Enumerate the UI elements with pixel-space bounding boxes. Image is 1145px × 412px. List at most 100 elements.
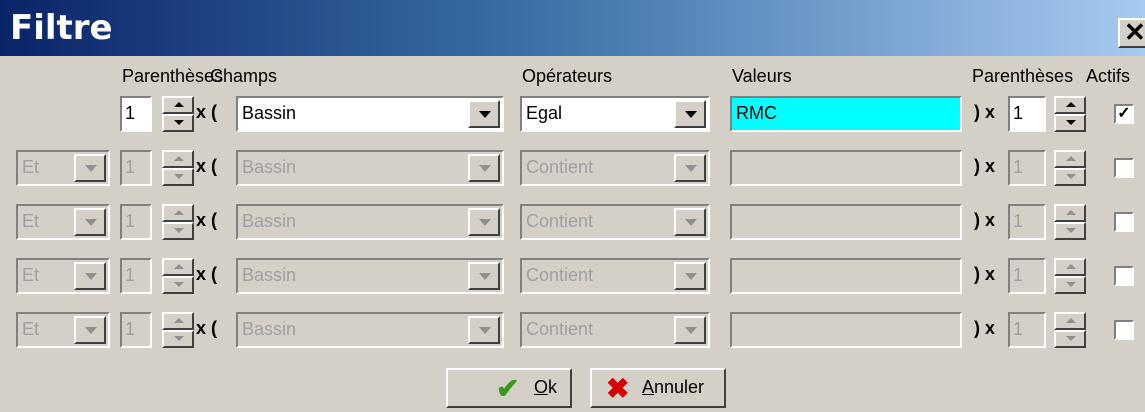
chevron-down-icon	[85, 327, 97, 334]
operator-select[interactable]: Contient	[520, 150, 710, 186]
chevron-down-icon	[685, 273, 697, 280]
field-dropdown-button[interactable]	[468, 154, 500, 182]
field-select[interactable]: Bassin	[236, 96, 504, 132]
close-paren-spinner[interactable]	[1054, 312, 1086, 348]
open-paren-count-input[interactable]: 1	[120, 150, 152, 186]
cancel-button[interactable]: ✖ Annuler	[590, 368, 726, 408]
value-input[interactable]	[730, 150, 962, 186]
field-select[interactable]: Bassin	[236, 312, 504, 348]
open-paren-count-input[interactable]: 1	[120, 96, 152, 132]
value-input[interactable]	[730, 312, 962, 348]
arrow-down-icon	[174, 336, 184, 341]
ok-button[interactable]: ✔ Ok	[446, 368, 572, 408]
open-paren-label: x (	[196, 102, 218, 122]
field-select[interactable]: Bassin	[236, 204, 504, 240]
spin-down-button[interactable]	[1054, 276, 1086, 294]
close-paren-spinner[interactable]	[1054, 258, 1086, 294]
chevron-down-icon	[685, 327, 697, 334]
close-paren-spinner[interactable]	[1054, 96, 1086, 132]
spin-down-button[interactable]	[1054, 222, 1086, 240]
chevron-down-icon	[85, 219, 97, 226]
open-paren-label: x (	[196, 156, 218, 176]
spin-up-button[interactable]	[1054, 96, 1086, 114]
operator-dropdown-button[interactable]	[674, 100, 706, 128]
operator-select[interactable]: Egal	[520, 96, 710, 132]
open-paren-spinner[interactable]	[162, 204, 194, 240]
value-input[interactable]: RMC	[730, 96, 962, 132]
close-paren-count-input[interactable]: 1	[1008, 150, 1046, 186]
spin-up-button[interactable]	[1054, 150, 1086, 168]
operator-select[interactable]: Contient	[520, 312, 710, 348]
field-dropdown-button[interactable]	[468, 316, 500, 344]
close-paren-label: ) x	[974, 210, 996, 230]
close-paren-spinner[interactable]	[1054, 150, 1086, 186]
arrow-up-icon	[174, 102, 184, 107]
open-paren-spinner[interactable]	[162, 150, 194, 186]
arrow-down-icon	[1066, 120, 1076, 125]
close-paren-spinner[interactable]	[1054, 204, 1086, 240]
operator-dropdown-button[interactable]	[674, 262, 706, 290]
open-paren-spinner[interactable]	[162, 96, 194, 132]
active-checkbox[interactable]	[1114, 158, 1134, 178]
spin-up-button[interactable]	[162, 258, 194, 276]
spin-down-button[interactable]	[162, 276, 194, 294]
spin-down-button[interactable]	[1054, 114, 1086, 132]
spin-down-button[interactable]	[162, 222, 194, 240]
active-checkbox[interactable]	[1114, 212, 1134, 232]
value-input[interactable]	[730, 204, 962, 240]
open-paren-count-input[interactable]: 1	[120, 312, 152, 348]
close-button[interactable]: ✕	[1118, 18, 1145, 48]
spin-up-button[interactable]	[1054, 204, 1086, 222]
logic-select[interactable]: Et	[16, 312, 110, 348]
spin-up-button[interactable]	[162, 96, 194, 114]
spin-up-button[interactable]	[162, 150, 194, 168]
operator-dropdown-button[interactable]	[674, 316, 706, 344]
field-dropdown-button[interactable]	[468, 262, 500, 290]
spin-down-button[interactable]	[1054, 168, 1086, 186]
logic-dropdown-button[interactable]	[74, 154, 106, 182]
spin-down-button[interactable]	[162, 330, 194, 348]
window-title: Filtre	[10, 8, 113, 48]
field-dropdown-button[interactable]	[468, 208, 500, 236]
active-checkbox[interactable]: ✓	[1114, 104, 1134, 124]
spin-up-button[interactable]	[1054, 312, 1086, 330]
checkmark-icon: ✓	[1117, 105, 1131, 122]
logic-dropdown-button[interactable]	[74, 208, 106, 236]
spin-down-button[interactable]	[162, 114, 194, 132]
field-select[interactable]: Bassin	[236, 258, 504, 294]
chevron-down-icon	[479, 111, 491, 118]
arrow-up-icon	[1066, 102, 1076, 107]
logic-dropdown-button[interactable]	[74, 262, 106, 290]
chevron-down-icon	[479, 165, 491, 172]
open-paren-count-input[interactable]: 1	[120, 204, 152, 240]
field-dropdown-button[interactable]	[468, 100, 500, 128]
operator-dropdown-button[interactable]	[674, 208, 706, 236]
chevron-down-icon	[479, 327, 491, 334]
chevron-down-icon	[685, 111, 697, 118]
spin-up-button[interactable]	[1054, 258, 1086, 276]
open-paren-spinner[interactable]	[162, 258, 194, 294]
active-checkbox[interactable]	[1114, 320, 1134, 340]
spin-up-button[interactable]	[162, 204, 194, 222]
logic-select[interactable]: Et	[16, 204, 110, 240]
arrow-up-icon	[174, 264, 184, 269]
close-paren-count-input[interactable]: 1	[1008, 96, 1046, 132]
value-input[interactable]	[730, 258, 962, 294]
open-paren-count-input[interactable]: 1	[120, 258, 152, 294]
operator-dropdown-button[interactable]	[674, 154, 706, 182]
active-checkbox[interactable]	[1114, 266, 1134, 286]
logic-dropdown-button[interactable]	[74, 316, 106, 344]
field-select[interactable]: Bassin	[236, 150, 504, 186]
close-paren-count-input[interactable]: 1	[1008, 204, 1046, 240]
close-paren-label: ) x	[974, 156, 996, 176]
operator-select[interactable]: Contient	[520, 204, 710, 240]
operator-select[interactable]: Contient	[520, 258, 710, 294]
close-paren-count-input[interactable]: 1	[1008, 312, 1046, 348]
logic-select[interactable]: Et	[16, 150, 110, 186]
close-paren-count-input[interactable]: 1	[1008, 258, 1046, 294]
spin-down-button[interactable]	[1054, 330, 1086, 348]
spin-up-button[interactable]	[162, 312, 194, 330]
spin-down-button[interactable]	[162, 168, 194, 186]
open-paren-spinner[interactable]	[162, 312, 194, 348]
logic-select[interactable]: Et	[16, 258, 110, 294]
